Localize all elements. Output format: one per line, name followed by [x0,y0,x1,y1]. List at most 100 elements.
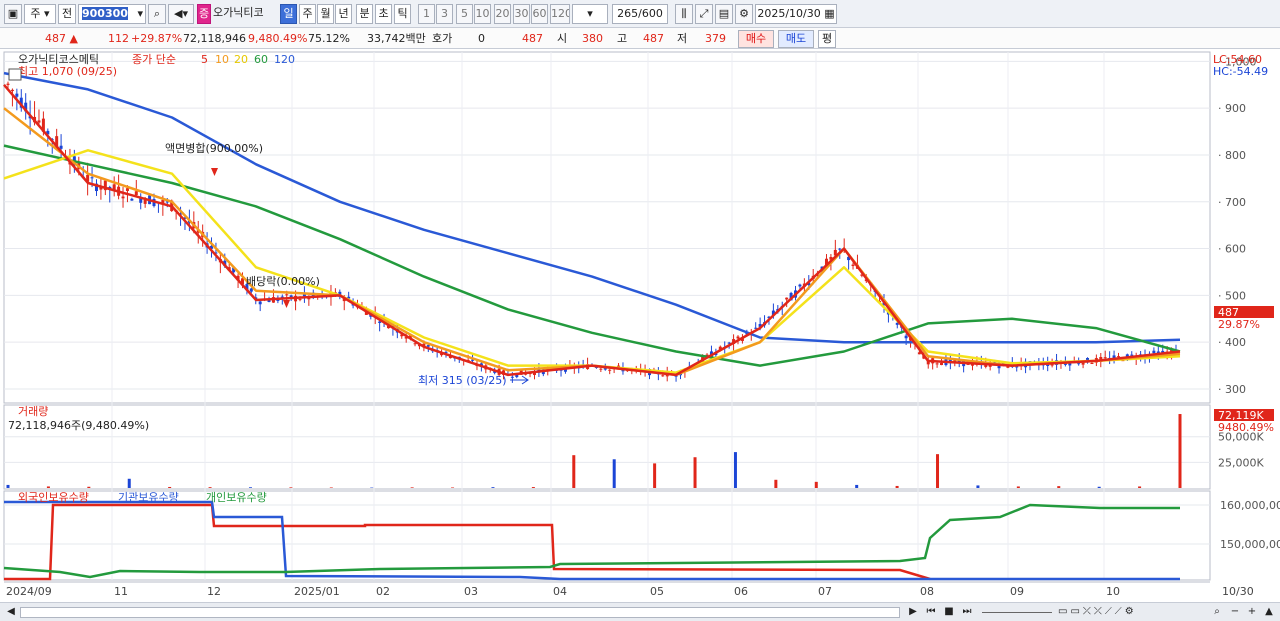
volume-bar [733,452,737,488]
zoom-icon[interactable]: ⌕ [1210,605,1224,620]
price-legend-ma-label: 종가 단순 [132,53,176,66]
zoom-in-icon[interactable]: + [1245,605,1259,620]
current-price: 487 ▲ [45,32,78,45]
volume-bar [936,454,940,488]
candle-icon[interactable]: ⫼ [675,4,693,24]
count-display[interactable]: 265/600 [612,4,668,24]
volume-tag-pct: 9480.49% [1218,421,1274,434]
calendar-icon[interactable]: ▦ [824,7,834,20]
volume-bar [1138,486,1142,488]
timeframe-0[interactable]: 일 [280,4,297,24]
up-icon[interactable]: ▲ [1262,605,1276,620]
volume-bar [6,484,10,488]
candle-body [285,294,289,296]
date-value: 2025/10/30 [757,7,821,20]
drawing-tools[interactable]: ▭▭⤫⤫⟋⟋⚙ [1058,605,1168,620]
volume-bar [410,487,414,488]
volume-tick-label: 25,000K [1218,456,1264,469]
interval-5[interactable]: 5 [456,4,473,24]
x-tick-label: 06 [734,585,748,598]
legend-ma10: 10 [215,53,229,66]
x-tick-label: 07 [818,585,832,598]
timeframe-1[interactable]: 주 [299,4,316,24]
trade-amount: 33,742백만 [367,32,426,45]
holdings-legend-individual: 개인보유수량 [206,491,267,504]
volume-bar [814,481,818,488]
scroll-right-icon[interactable]: ▶ [906,605,920,620]
date-field[interactable]: 2025/10/30 ▦ [755,4,837,24]
x-tick-label: 09 [1010,585,1024,598]
legend-ma20: 20 [234,53,248,66]
chart-settings-icon[interactable] [8,68,22,81]
holdings-tick-label: 160,000,00 [1220,499,1280,512]
stop-icon[interactable]: ■ [942,605,956,620]
scroll-left-icon[interactable]: ◀ [4,605,18,620]
stock-chart[interactable]: · 1,000· 900· 800· 700· 600· 500· 400· 3… [0,50,1280,604]
volume-bar [46,486,50,488]
candle-body [510,376,514,378]
volume-bar [612,459,616,488]
volume-bar [329,487,333,488]
price-tick-label: · 800 [1218,149,1246,162]
candle-body [130,198,134,201]
timeframe-3[interactable]: 년 [335,4,352,24]
legend-ma120: 120 [274,53,295,66]
buy-button[interactable]: 매수 [738,30,774,48]
period-select[interactable]: 주 ▾ [24,4,56,24]
interval-10[interactable]: 10 [474,4,491,24]
price-change-pct: +29.87% [131,32,183,45]
eval-button[interactable]: 평 [818,30,836,48]
timeframe-6[interactable]: 틱 [394,4,411,24]
gear-icon[interactable]: ⚙ [735,4,753,24]
timeframe-5[interactable]: 초 [375,4,392,24]
zoom-slider[interactable] [982,612,1052,613]
candle-body [121,196,125,199]
candle-body [37,120,41,123]
volume-bar [1057,486,1061,488]
stock-code-input[interactable]: 900300 ▾ [78,4,146,24]
forward-icon[interactable]: ⏭ [960,605,974,620]
window-menu-icon[interactable]: ▣ [4,4,22,24]
interval-30[interactable]: 30 [513,4,530,24]
save-icon[interactable]: ▤ [715,4,733,24]
chart-toolbar: ▣ 주 ▾ 전 900300 ▾ ⌕ ◀▾ 증 오가닉티코 일주월년분초틱 13… [0,0,1280,28]
volume-bar [531,487,535,488]
prev-button[interactable]: 전 [58,4,76,24]
x-axis-right-label: 10/30 [1222,585,1254,598]
sound-icon[interactable]: ◀▾ [168,4,194,24]
interval-120[interactable]: 120 [550,4,570,24]
candle-body [838,248,842,250]
candle-body [6,83,10,85]
chart-scrollbar: ◀ ▶ ⏮ ■ ⏭ ▭▭⤫⤫⟋⟋⚙ ⌕ − + ▲ [0,602,1280,621]
interval-60[interactable]: 60 [531,4,548,24]
scroll-track[interactable] [20,607,900,618]
candle-body [617,365,621,367]
quote-info-bar: 487 ▲ 112 +29.87% 72,118,946 9,480.49% 7… [0,28,1280,49]
timeframe-4[interactable]: 분 [356,4,373,24]
x-tick-label: 11 [114,585,128,598]
volume-bar [1016,486,1020,488]
x-tick-label: 04 [553,585,567,598]
timeframe-2[interactable]: 월 [317,4,334,24]
volume-bar [168,486,172,488]
volume-bar [491,487,495,488]
code-dropdown-icon[interactable]: ▾ [137,5,143,23]
interval-1[interactable]: 1 [418,4,435,24]
candle-body [125,188,129,191]
interval-3[interactable]: 3 [436,4,453,24]
rewind-icon[interactable]: ⏮ [924,605,938,620]
stock-name: 오가닉티코 [213,6,264,19]
line-tool-icon[interactable]: ⤢ [695,4,713,24]
interval-20[interactable]: 20 [494,4,511,24]
chart-area[interactable]: · 1,000 · 900 · 800 · 700 · 600 · 500 · 400 · 3… [0,50,1280,604]
low-label: 저 [677,32,688,45]
current-pct-tag: 29.87% [1218,318,1260,331]
sell-button[interactable]: 매도 [778,30,814,48]
zoom-out-icon[interactable]: − [1228,605,1242,620]
interval-select[interactable]: ▾ [572,4,608,24]
search-icon[interactable]: ⌕ [148,4,166,24]
hc-label: HC:-54.49 [1213,65,1268,78]
count-current: 265 [617,7,639,20]
volume-bar [87,486,91,488]
dividend-event-label: 배당락(0.00%) [246,275,320,288]
